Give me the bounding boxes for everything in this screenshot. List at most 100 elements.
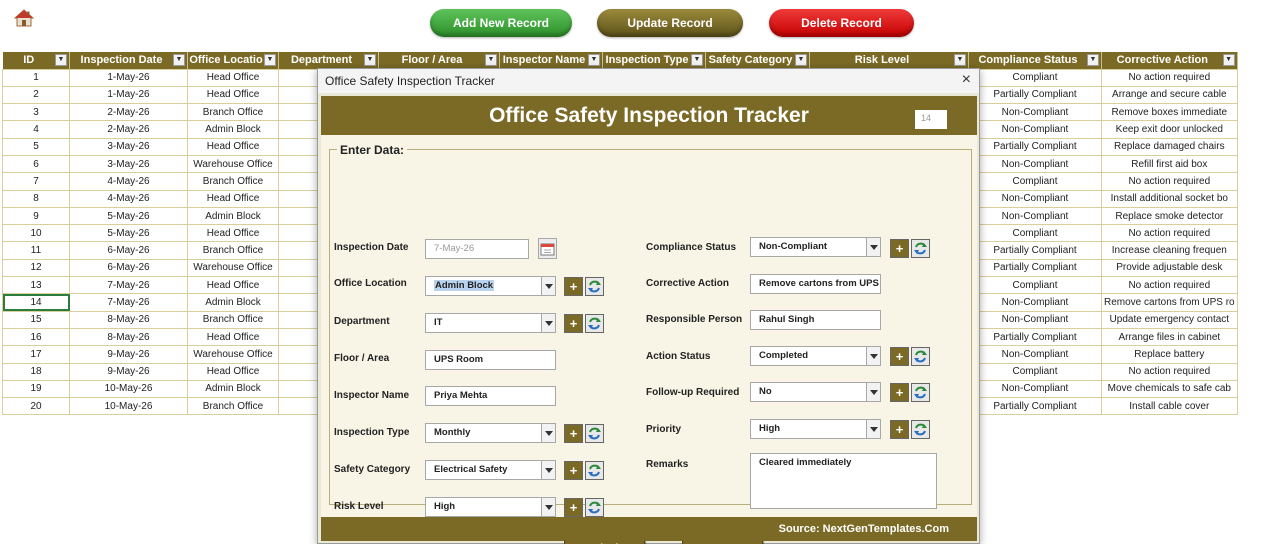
table-cell[interactable]: 8	[2, 189, 70, 208]
table-cell[interactable]: 2-May-26	[69, 120, 188, 139]
table-cell[interactable]: 14	[2, 293, 70, 312]
table-cell[interactable]: Non-Compliant	[968, 293, 1102, 312]
table-cell[interactable]: 1-May-26	[69, 68, 188, 87]
table-cell[interactable]: 3-May-26	[69, 137, 188, 156]
table-cell[interactable]: 3	[2, 103, 70, 122]
table-cell[interactable]: Replace smoke detector	[1101, 206, 1238, 226]
table-cell[interactable]: No action required	[1101, 172, 1238, 191]
chevron-down-icon[interactable]	[541, 461, 555, 479]
followup-required-dropdown[interactable]: No	[750, 382, 881, 402]
add-priority-button[interactable]: +	[890, 420, 909, 439]
table-cell[interactable]: 9-May-26	[69, 345, 188, 364]
office-location-dropdown[interactable]: Admin Block	[425, 276, 556, 296]
table-cell[interactable]: Non-Compliant	[968, 120, 1102, 139]
add-inspection-type-button[interactable]: +	[564, 424, 583, 443]
table-cell[interactable]: Admin Block	[187, 293, 279, 312]
refresh-inspection-type-icon[interactable]	[585, 424, 604, 443]
close-icon[interactable]: ×	[962, 72, 971, 88]
remarks-textarea[interactable]: Cleared immediately	[750, 453, 937, 509]
column-header[interactable]: ID ▼	[2, 52, 70, 69]
filter-dropdown-icon[interactable]: ▼	[55, 54, 67, 66]
column-header[interactable]: Floor / Area ▼	[378, 52, 500, 69]
table-cell[interactable]: Compliant	[968, 276, 1102, 295]
home-icon[interactable]	[13, 9, 35, 27]
table-cell[interactable]: 17	[2, 345, 70, 364]
table-cell[interactable]: 11	[2, 241, 70, 260]
table-cell[interactable]: 8-May-26	[69, 310, 188, 329]
chevron-down-icon[interactable]	[541, 424, 555, 442]
table-cell[interactable]: Increase cleaning frequen	[1101, 241, 1238, 260]
update-record-button[interactable]: Update Record	[597, 9, 743, 37]
add-risk-level-button[interactable]: +	[564, 498, 583, 517]
table-cell[interactable]: Head Office	[187, 85, 279, 105]
refresh-safety-category-icon[interactable]	[585, 461, 604, 480]
add-action-status-button[interactable]: +	[890, 347, 909, 366]
table-cell[interactable]: Branch Office	[187, 397, 279, 416]
add-new-record-button[interactable]: Add New Record	[430, 9, 572, 37]
calendar-icon[interactable]	[538, 238, 557, 259]
filter-dropdown-icon[interactable]: ▼	[264, 54, 276, 66]
corrective-action-field[interactable]: Remove cartons from UPS r	[750, 274, 881, 294]
responsible-person-field[interactable]: Rahul Singh	[750, 310, 881, 330]
column-header[interactable]: Inspector Name ▼	[499, 52, 603, 69]
table-cell[interactable]: 9-May-26	[69, 362, 188, 381]
add-office-location-button[interactable]: +	[564, 277, 583, 296]
table-cell[interactable]: Head Office	[187, 68, 279, 87]
refresh-risk-level-icon[interactable]	[585, 498, 604, 517]
table-cell[interactable]: 18	[2, 362, 70, 381]
filter-dropdown-icon[interactable]: ▼	[173, 54, 185, 66]
chevron-down-icon[interactable]	[866, 238, 880, 256]
inspection-type-dropdown[interactable]: Monthly	[425, 423, 556, 443]
filter-dropdown-icon[interactable]: ▼	[588, 54, 600, 66]
table-cell[interactable]: Non-Compliant	[968, 189, 1102, 208]
add-followup-required-button[interactable]: +	[890, 383, 909, 402]
table-cell[interactable]: Arrange and secure cable	[1101, 85, 1238, 105]
compliance-status-dropdown[interactable]: Non-Compliant	[750, 237, 881, 257]
table-cell[interactable]: Compliant	[968, 172, 1102, 191]
table-cell[interactable]: Admin Block	[187, 120, 279, 139]
table-cell[interactable]: Head Office	[187, 224, 279, 243]
refresh-office-location-icon[interactable]	[585, 277, 604, 296]
table-cell[interactable]: Install additional socket bo	[1101, 189, 1238, 208]
refresh-followup-required-icon[interactable]	[911, 383, 930, 402]
table-cell[interactable]: Provide adjustable desk	[1101, 258, 1238, 278]
filter-dropdown-icon[interactable]: ▼	[485, 54, 497, 66]
table-cell[interactable]: Partially Compliant	[968, 397, 1102, 416]
table-cell[interactable]: Partially Compliant	[968, 241, 1102, 260]
table-cell[interactable]: 10-May-26	[69, 379, 188, 399]
table-cell[interactable]: Compliant	[968, 68, 1102, 87]
table-cell[interactable]: 2-May-26	[69, 103, 188, 122]
table-cell[interactable]: 7-May-26	[69, 293, 188, 312]
filter-dropdown-icon[interactable]: ▼	[795, 54, 807, 66]
table-cell[interactable]: Partially Compliant	[968, 327, 1102, 347]
table-cell[interactable]: 20	[2, 397, 70, 416]
table-cell[interactable]: 10-May-26	[69, 397, 188, 416]
add-compliance-status-button[interactable]: +	[890, 239, 909, 258]
table-cell[interactable]: No action required	[1101, 362, 1238, 381]
table-cell[interactable]: 1	[2, 68, 70, 87]
column-header[interactable]: Department ▼	[278, 52, 379, 69]
table-cell[interactable]: Head Office	[187, 276, 279, 295]
chevron-down-icon[interactable]	[541, 498, 555, 516]
table-cell[interactable]: Non-Compliant	[968, 345, 1102, 364]
table-cell[interactable]: Arrange files in cabinet	[1101, 327, 1238, 347]
table-cell[interactable]: Admin Block	[187, 379, 279, 399]
table-cell[interactable]: Replace battery	[1101, 345, 1238, 364]
table-cell[interactable]: Install cable cover	[1101, 397, 1238, 416]
table-cell[interactable]: 9	[2, 206, 70, 226]
table-cell[interactable]: Partially Compliant	[968, 258, 1102, 278]
column-header[interactable]: Safety Category ▼	[705, 52, 810, 69]
table-cell[interactable]: Head Office	[187, 189, 279, 208]
table-cell[interactable]: 15	[2, 310, 70, 329]
delete-record-button[interactable]: Delete Record	[769, 9, 914, 37]
column-header[interactable]: Inspection Type ▼	[602, 52, 706, 69]
column-header[interactable]: Inspection Date ▼	[69, 52, 188, 69]
table-cell[interactable]: 19	[2, 379, 70, 399]
chevron-down-icon[interactable]	[541, 314, 555, 332]
table-cell[interactable]: 8-May-26	[69, 327, 188, 347]
table-cell[interactable]: 4-May-26	[69, 172, 188, 191]
table-cell[interactable]: Branch Office	[187, 241, 279, 260]
filter-dropdown-icon[interactable]: ▼	[364, 54, 376, 66]
table-cell[interactable]: Remove boxes immediate	[1101, 103, 1238, 122]
table-cell[interactable]: 6-May-26	[69, 241, 188, 260]
